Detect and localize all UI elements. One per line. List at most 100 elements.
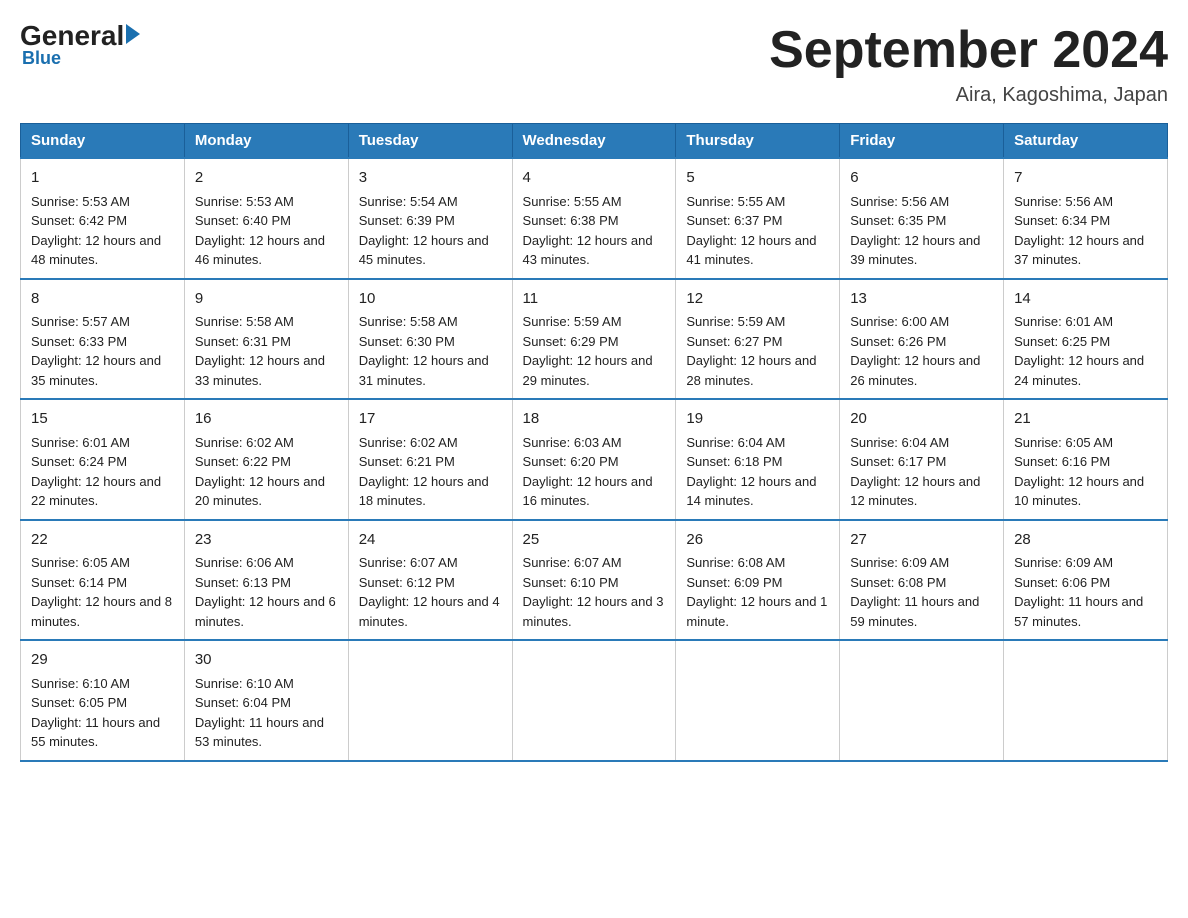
- sunrise-text: Sunrise: 5:54 AM: [359, 192, 502, 212]
- calendar-day-2: 2Sunrise: 5:53 AMSunset: 6:40 PMDaylight…: [184, 158, 348, 279]
- logo-triangle-icon: [126, 24, 140, 44]
- day-number: 15: [31, 408, 174, 431]
- sunrise-text: Sunrise: 6:06 AM: [195, 553, 338, 573]
- daylight-text: Daylight: 11 hours and 59 minutes.: [850, 592, 993, 631]
- calendar-day-8: 8Sunrise: 5:57 AMSunset: 6:33 PMDaylight…: [21, 279, 185, 400]
- calendar-day-19: 19Sunrise: 6:04 AMSunset: 6:18 PMDayligh…: [676, 399, 840, 520]
- day-number: 10: [359, 288, 502, 311]
- title-block: September 2024 Aira, Kagoshima, Japan: [769, 20, 1168, 107]
- sunrise-text: Sunrise: 6:03 AM: [523, 433, 666, 453]
- sunset-text: Sunset: 6:35 PM: [850, 211, 993, 231]
- sunset-text: Sunset: 6:24 PM: [31, 452, 174, 472]
- sunrise-text: Sunrise: 5:59 AM: [686, 312, 829, 332]
- day-number: 4: [523, 167, 666, 190]
- daylight-text: Daylight: 12 hours and 43 minutes.: [523, 231, 666, 270]
- weekday-header-friday: Friday: [840, 124, 1004, 159]
- weekday-header-thursday: Thursday: [676, 124, 840, 159]
- calendar-day-21: 21Sunrise: 6:05 AMSunset: 6:16 PMDayligh…: [1004, 399, 1168, 520]
- daylight-text: Daylight: 12 hours and 16 minutes.: [523, 472, 666, 511]
- sunrise-text: Sunrise: 6:05 AM: [1014, 433, 1157, 453]
- day-number: 16: [195, 408, 338, 431]
- sunrise-text: Sunrise: 6:05 AM: [31, 553, 174, 573]
- calendar-day-20: 20Sunrise: 6:04 AMSunset: 6:17 PMDayligh…: [840, 399, 1004, 520]
- sunset-text: Sunset: 6:08 PM: [850, 573, 993, 593]
- sunrise-text: Sunrise: 6:04 AM: [850, 433, 993, 453]
- sunrise-text: Sunrise: 6:08 AM: [686, 553, 829, 573]
- sunrise-text: Sunrise: 5:53 AM: [31, 192, 174, 212]
- day-number: 11: [523, 288, 666, 311]
- day-number: 9: [195, 288, 338, 311]
- sunset-text: Sunset: 6:37 PM: [686, 211, 829, 231]
- daylight-text: Daylight: 12 hours and 37 minutes.: [1014, 231, 1157, 270]
- sunset-text: Sunset: 6:18 PM: [686, 452, 829, 472]
- calendar-day-11: 11Sunrise: 5:59 AMSunset: 6:29 PMDayligh…: [512, 279, 676, 400]
- sunset-text: Sunset: 6:33 PM: [31, 332, 174, 352]
- day-number: 30: [195, 649, 338, 672]
- day-number: 13: [850, 288, 993, 311]
- daylight-text: Daylight: 12 hours and 31 minutes.: [359, 351, 502, 390]
- sunset-text: Sunset: 6:27 PM: [686, 332, 829, 352]
- daylight-text: Daylight: 11 hours and 55 minutes.: [31, 713, 174, 752]
- daylight-text: Daylight: 11 hours and 53 minutes.: [195, 713, 338, 752]
- calendar-day-24: 24Sunrise: 6:07 AMSunset: 6:12 PMDayligh…: [348, 520, 512, 641]
- calendar-day-25: 25Sunrise: 6:07 AMSunset: 6:10 PMDayligh…: [512, 520, 676, 641]
- daylight-text: Daylight: 12 hours and 26 minutes.: [850, 351, 993, 390]
- calendar-day-14: 14Sunrise: 6:01 AMSunset: 6:25 PMDayligh…: [1004, 279, 1168, 400]
- calendar-day-9: 9Sunrise: 5:58 AMSunset: 6:31 PMDaylight…: [184, 279, 348, 400]
- sunset-text: Sunset: 6:30 PM: [359, 332, 502, 352]
- calendar-day-6: 6Sunrise: 5:56 AMSunset: 6:35 PMDaylight…: [840, 158, 1004, 279]
- day-number: 14: [1014, 288, 1157, 311]
- day-number: 23: [195, 529, 338, 552]
- day-number: 19: [686, 408, 829, 431]
- calendar-week-3: 15Sunrise: 6:01 AMSunset: 6:24 PMDayligh…: [21, 399, 1168, 520]
- calendar-day-30: 30Sunrise: 6:10 AMSunset: 6:04 PMDayligh…: [184, 640, 348, 761]
- daylight-text: Daylight: 12 hours and 8 minutes.: [31, 592, 174, 631]
- day-number: 1: [31, 167, 174, 190]
- daylight-text: Daylight: 12 hours and 24 minutes.: [1014, 351, 1157, 390]
- page-subtitle: Aira, Kagoshima, Japan: [769, 84, 1168, 107]
- day-number: 27: [850, 529, 993, 552]
- sunset-text: Sunset: 6:05 PM: [31, 693, 174, 713]
- sunset-text: Sunset: 6:17 PM: [850, 452, 993, 472]
- day-number: 8: [31, 288, 174, 311]
- empty-cell: [840, 640, 1004, 761]
- sunset-text: Sunset: 6:22 PM: [195, 452, 338, 472]
- sunrise-text: Sunrise: 6:00 AM: [850, 312, 993, 332]
- calendar-week-2: 8Sunrise: 5:57 AMSunset: 6:33 PMDaylight…: [21, 279, 1168, 400]
- daylight-text: Daylight: 12 hours and 45 minutes.: [359, 231, 502, 270]
- daylight-text: Daylight: 12 hours and 20 minutes.: [195, 472, 338, 511]
- weekday-header-wednesday: Wednesday: [512, 124, 676, 159]
- empty-cell: [1004, 640, 1168, 761]
- sunset-text: Sunset: 6:42 PM: [31, 211, 174, 231]
- sunrise-text: Sunrise: 5:55 AM: [523, 192, 666, 212]
- daylight-text: Daylight: 12 hours and 39 minutes.: [850, 231, 993, 270]
- sunset-text: Sunset: 6:34 PM: [1014, 211, 1157, 231]
- sunrise-text: Sunrise: 6:09 AM: [1014, 553, 1157, 573]
- daylight-text: Daylight: 12 hours and 10 minutes.: [1014, 472, 1157, 511]
- sunset-text: Sunset: 6:25 PM: [1014, 332, 1157, 352]
- weekday-header-monday: Monday: [184, 124, 348, 159]
- daylight-text: Daylight: 12 hours and 18 minutes.: [359, 472, 502, 511]
- calendar-day-17: 17Sunrise: 6:02 AMSunset: 6:21 PMDayligh…: [348, 399, 512, 520]
- sunset-text: Sunset: 6:20 PM: [523, 452, 666, 472]
- calendar-day-5: 5Sunrise: 5:55 AMSunset: 6:37 PMDaylight…: [676, 158, 840, 279]
- sunrise-text: Sunrise: 5:58 AM: [359, 312, 502, 332]
- day-number: 5: [686, 167, 829, 190]
- daylight-text: Daylight: 12 hours and 29 minutes.: [523, 351, 666, 390]
- sunset-text: Sunset: 6:04 PM: [195, 693, 338, 713]
- empty-cell: [676, 640, 840, 761]
- day-number: 22: [31, 529, 174, 552]
- sunrise-text: Sunrise: 5:55 AM: [686, 192, 829, 212]
- sunrise-text: Sunrise: 5:56 AM: [850, 192, 993, 212]
- daylight-text: Daylight: 12 hours and 14 minutes.: [686, 472, 829, 511]
- sunrise-text: Sunrise: 6:02 AM: [195, 433, 338, 453]
- empty-cell: [348, 640, 512, 761]
- day-number: 17: [359, 408, 502, 431]
- sunset-text: Sunset: 6:21 PM: [359, 452, 502, 472]
- calendar-week-5: 29Sunrise: 6:10 AMSunset: 6:05 PMDayligh…: [21, 640, 1168, 761]
- day-number: 2: [195, 167, 338, 190]
- logo-blue: Blue: [22, 48, 140, 69]
- calendar-day-18: 18Sunrise: 6:03 AMSunset: 6:20 PMDayligh…: [512, 399, 676, 520]
- daylight-text: Daylight: 12 hours and 22 minutes.: [31, 472, 174, 511]
- sunrise-text: Sunrise: 6:02 AM: [359, 433, 502, 453]
